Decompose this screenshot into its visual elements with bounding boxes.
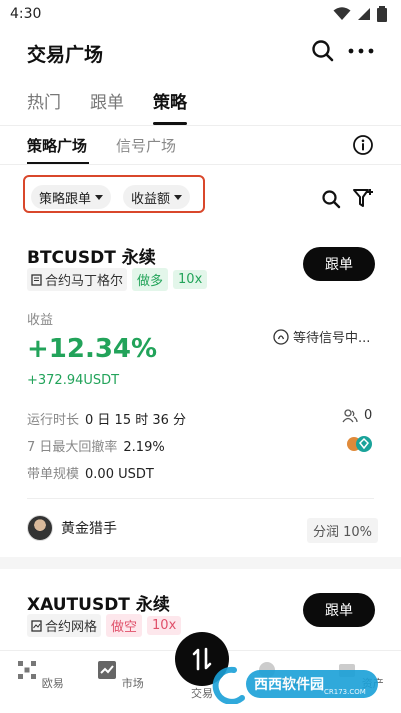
follower-count-value: 0	[364, 408, 373, 423]
nav-label: 市场	[121, 677, 144, 690]
battery-icon	[377, 6, 387, 22]
main-tabs: 热门 跟单 策略	[0, 82, 401, 125]
leverage-tag: 10x	[147, 616, 182, 635]
filter-icon[interactable]	[352, 187, 374, 209]
trader-row[interactable]: 黄金猎手	[27, 515, 117, 541]
dropdown-label: 策略跟单	[39, 191, 92, 207]
watermark-logo: 西西软件园 CR173.COM	[212, 666, 378, 704]
tab-copy-trading[interactable]: 跟单	[90, 88, 124, 113]
runtime-row: 运行时长 0 日 15 时 36 分	[27, 409, 186, 428]
follower-count: 0	[342, 408, 372, 423]
leverage-tag: 10x	[173, 270, 208, 289]
strategy-type-tag: 合约网格	[27, 614, 102, 637]
dropdown-label: 收益额	[131, 191, 171, 207]
caret-down-icon	[95, 194, 104, 200]
drawdown-value: 2.19%	[123, 440, 165, 455]
nav-label: 交易	[191, 687, 213, 700]
caret-down-icon	[174, 194, 183, 200]
tag-row: 合约网格 做空 10x	[27, 614, 182, 637]
card-divider	[27, 498, 374, 499]
drawdown-label: 7 日最大回撤率	[27, 440, 118, 455]
tag-row: 合约马丁格尔 做多 10x	[27, 268, 208, 291]
scale-row: 带单规模 0.00 USDT	[27, 463, 154, 482]
sort-dropdown[interactable]: 收益额	[123, 185, 191, 209]
profit-amount: +372.94USDT	[27, 373, 120, 388]
strategy-type-dropdown[interactable]: 策略跟单	[31, 185, 112, 209]
signal-wait-icon	[273, 328, 289, 345]
document-icon	[31, 273, 42, 286]
search-icon[interactable]	[320, 188, 342, 210]
scale-label: 带单规模	[27, 467, 80, 482]
tab-hot[interactable]: 热门	[27, 88, 61, 113]
status-icons	[333, 6, 387, 22]
card-separator	[0, 557, 401, 569]
watermark-url: CR173.COM	[324, 688, 366, 696]
tab-strategy-plaza[interactable]: 策略广场	[27, 135, 87, 156]
filter-highlight-box: 策略跟单 收益额	[23, 175, 205, 213]
status-time: 4:30	[10, 6, 42, 22]
runtime-value: 0 日 15 时 36 分	[85, 413, 187, 428]
strategy-type-text: 合约网格	[45, 620, 98, 635]
follow-button[interactable]: 跟单	[303, 247, 375, 281]
signal-icon	[358, 8, 370, 20]
strategy-type-tag: 合约马丁格尔	[27, 268, 128, 291]
side-tag: 做多	[132, 268, 169, 291]
page-title: 交易广场	[27, 44, 104, 66]
runtime-label: 运行时长	[27, 413, 80, 428]
profit-percent: +12.34%	[27, 334, 158, 364]
nav-label: 欧易	[41, 677, 64, 690]
info-icon[interactable]	[352, 134, 374, 156]
wifi-icon	[333, 7, 351, 20]
profit-label: 收益	[27, 313, 54, 328]
market-chart-icon	[98, 661, 117, 679]
search-icon[interactable]	[310, 38, 336, 64]
nav-item-market[interactable]: 市场	[90, 659, 150, 691]
coin-icons	[347, 436, 372, 452]
grid-chart-icon	[31, 619, 42, 632]
side-tag: 做空	[106, 614, 143, 637]
sub-tabs: 策略广场 信号广场	[0, 126, 401, 164]
card-title: XAUTUSDT 永续	[27, 595, 170, 615]
more-icon[interactable]	[346, 38, 376, 64]
avatar	[27, 515, 53, 541]
tab-signal-plaza[interactable]: 信号广场	[116, 135, 176, 156]
watermark-text: 西西软件园	[254, 676, 324, 693]
okx-logo-icon	[18, 661, 37, 679]
card-title: BTCUSDT 永续	[27, 248, 156, 268]
nav-item-home[interactable]: 欧易	[10, 659, 70, 691]
drawdown-row: 7 日最大回撤率 2.19%	[27, 436, 165, 455]
swap-arrows-icon	[192, 647, 212, 671]
status-bar: 4:30	[0, 0, 401, 30]
tab-strategy[interactable]: 策略	[153, 88, 187, 113]
header: 交易广场	[0, 30, 401, 74]
trader-name: 黄金猎手	[61, 521, 117, 537]
scale-value: 0.00 USDT	[85, 467, 154, 482]
divider	[0, 164, 401, 165]
users-icon	[342, 408, 358, 422]
waiting-signal: 等待信号中...	[273, 327, 370, 346]
follow-button[interactable]: 跟单	[303, 593, 375, 627]
strategy-type-text: 合约马丁格尔	[45, 274, 124, 289]
profit-share-badge: 分润 10%	[307, 518, 379, 543]
waiting-text: 等待信号中...	[293, 331, 371, 346]
